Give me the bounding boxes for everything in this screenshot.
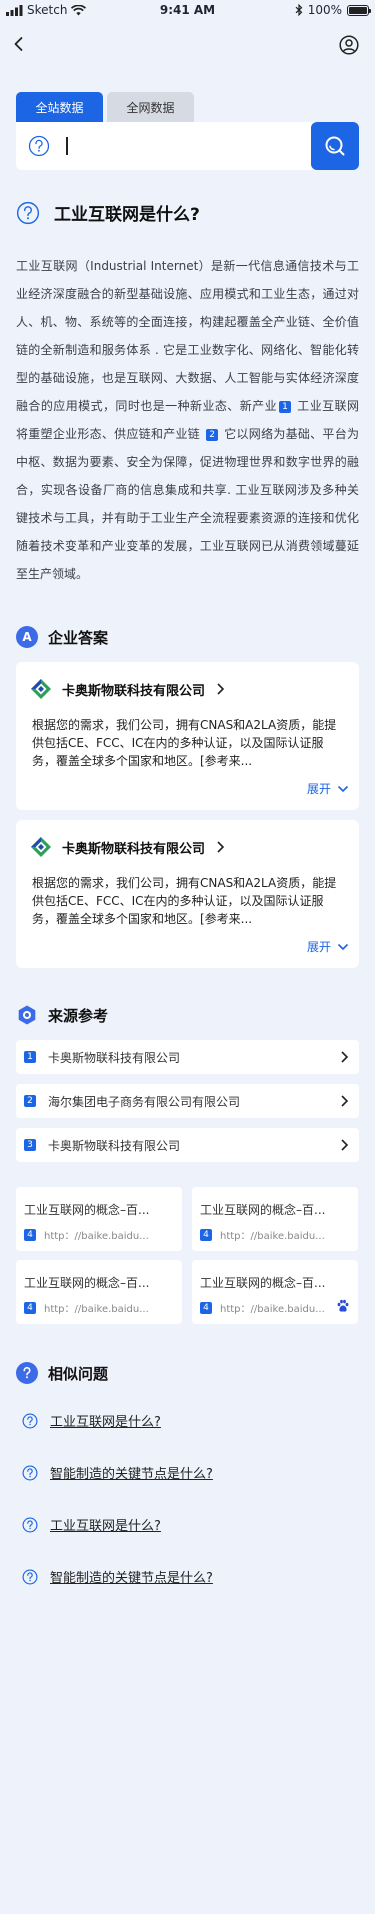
related-question[interactable]: 工业互联网是什么? (22, 1411, 161, 1430)
tab-web-data[interactable]: 全网数据 (107, 92, 194, 122)
company-answer-text: 根据您的需求，我们公司，拥有CNAS和A2LA资质，能提供包括CE、FCC、IC… (32, 876, 337, 926)
expand-label: 展开 (306, 940, 331, 954)
chevron-down-icon (337, 943, 349, 950)
source-item[interactable]: 1 卡奥斯物联科技有限公司 (16, 1040, 359, 1074)
question-icon (16, 201, 40, 224)
reference-card[interactable]: 工业互联网的概念–百... 4 http：//baike.baidu... (16, 1260, 182, 1324)
tab-site-data[interactable]: 全站数据 (16, 92, 103, 122)
company-logo-icon (31, 837, 51, 857)
search-button[interactable] (311, 122, 359, 170)
reference-title: 工业互联网的概念–百... (24, 1276, 150, 1290)
reference-url: http：//baike.baidu... (44, 1304, 149, 1315)
chevron-right-icon (217, 683, 225, 695)
search-box (16, 122, 359, 170)
expand-button[interactable]: 展开 (307, 780, 349, 797)
company-card: 卡奥斯物联科技有限公司 根据您的需求，我们公司，拥有CNAS和A2LA资质，能提… (16, 820, 359, 968)
section-title: 相似问题 (48, 1364, 109, 1383)
answer-text: 工业互联网（Industrial Internet）是新一代信息通信技术与工业经… (16, 252, 359, 588)
question-icon (22, 1465, 38, 1480)
chevron-right-icon (341, 1051, 349, 1063)
related-question-text: 智能制造的关键节点是什么? (50, 1467, 213, 1482)
profile-button[interactable] (339, 35, 359, 55)
question-title: 工业互联网是什么? (54, 205, 200, 225)
answer-part: 它以网络为基础、平台为中枢、数据为要素、安全为保障，促进物理世界和数字世界的融合… (16, 427, 359, 581)
reference-card[interactable]: 工业互联网的概念–百... 4 http：//baike.baidu... (192, 1260, 358, 1324)
related-question[interactable]: 工业互联网是什么? (22, 1515, 161, 1534)
sources-section-header: 来源参考 (16, 1004, 108, 1026)
reference-number: 4 (24, 1301, 36, 1314)
reference-number: 4 (200, 1228, 212, 1241)
back-button[interactable] (12, 36, 26, 52)
reference-number: 4 (24, 1228, 36, 1241)
related-question-text: 工业互联网是什么? (50, 1415, 161, 1430)
reference-number: 4 (200, 1301, 212, 1314)
search-input[interactable] (66, 137, 68, 155)
expand-label: 展开 (306, 782, 331, 796)
source-number: 1 (24, 1051, 36, 1063)
question-icon (22, 1413, 38, 1428)
answer-part: 工业互联网（Industrial Internet）是新一代信息通信技术与工业经… (16, 259, 359, 413)
related-section-header: 相似问题 (16, 1362, 108, 1384)
question-icon (22, 1569, 38, 1584)
company-link[interactable]: 卡奥斯物联科技有限公司 (30, 678, 225, 700)
source-name: 卡奥斯物联科技有限公司 (48, 1050, 181, 1065)
source-number: 3 (24, 1139, 36, 1151)
related-question[interactable]: 智能制造的关键节点是什么? (22, 1463, 213, 1482)
reference-card[interactable]: 工业互联网的概念–百... 4 http：//baike.baidu... (16, 1187, 182, 1251)
data-scope-tabs: 全站数据 全网数据 (16, 92, 194, 122)
search-icon (325, 136, 345, 156)
question-icon (22, 1517, 38, 1532)
related-question[interactable]: 智能制造的关键节点是什么? (22, 1567, 213, 1586)
citation-badge[interactable]: 1 (279, 400, 292, 413)
company-answer-text: 根据您的需求，我们公司，拥有CNAS和A2LA资质，能提供包括CE、FCC、IC… (32, 718, 337, 768)
question-icon (28, 135, 50, 157)
chevron-right-icon (341, 1139, 349, 1151)
reference-url: http：//baike.baidu... (220, 1304, 325, 1315)
section-title: 来源参考 (48, 1006, 109, 1025)
enterprise-badge-icon: A (16, 626, 38, 648)
company-name: 卡奥斯物联科技有限公司 (62, 841, 206, 857)
chevron-down-icon (337, 785, 349, 792)
enterprise-section-header: A 企业答案 (16, 626, 108, 648)
nav-bar (0, 32, 375, 60)
source-name: 卡奥斯物联科技有限公司 (48, 1138, 181, 1153)
related-question-text: 智能制造的关键节点是什么? (50, 1571, 213, 1586)
chevron-right-icon (217, 841, 225, 853)
source-item[interactable]: 3 卡奥斯物联科技有限公司 (16, 1128, 359, 1162)
reference-title: 工业互联网的概念–百... (24, 1203, 150, 1217)
baidu-paw-icon (337, 1299, 349, 1312)
status-bar: Sketch 9:41 AM 100% (0, 0, 375, 20)
bluetooth-icon (295, 4, 303, 16)
source-item[interactable]: 2 海尔集团电子商务有限公司有限公司 (16, 1084, 359, 1118)
chevron-left-icon (14, 37, 23, 51)
chevron-right-icon (341, 1095, 349, 1107)
reference-title: 工业互联网的概念–百... (200, 1276, 326, 1290)
source-name: 海尔集团电子商务有限公司有限公司 (48, 1094, 241, 1109)
section-title: 企业答案 (48, 628, 109, 647)
citation-badge[interactable]: 2 (206, 428, 219, 441)
reference-url: http：//baike.baidu... (44, 1231, 149, 1242)
company-name: 卡奥斯物联科技有限公司 (62, 683, 206, 699)
source-number: 2 (24, 1095, 36, 1107)
source-reference-icon (18, 1005, 36, 1025)
reference-url: http：//baike.baidu... (220, 1231, 325, 1242)
user-icon (339, 35, 359, 55)
reference-card[interactable]: 工业互联网的概念–百... 4 http：//baike.baidu... (192, 1187, 358, 1251)
question-header: 工业互联网是什么? (16, 200, 200, 225)
company-link[interactable]: 卡奥斯物联科技有限公司 (30, 836, 225, 858)
related-question-text: 工业互联网是什么? (50, 1519, 161, 1534)
question-badge-icon (16, 1362, 38, 1384)
reference-title: 工业互联网的概念–百... (200, 1203, 326, 1217)
company-logo-icon (31, 679, 51, 699)
battery-percent: 100% (307, 3, 342, 17)
battery-icon (347, 4, 371, 16)
company-card: 卡奥斯物联科技有限公司 根据您的需求，我们公司，拥有CNAS和A2LA资质，能提… (16, 662, 359, 810)
expand-button[interactable]: 展开 (307, 938, 349, 955)
